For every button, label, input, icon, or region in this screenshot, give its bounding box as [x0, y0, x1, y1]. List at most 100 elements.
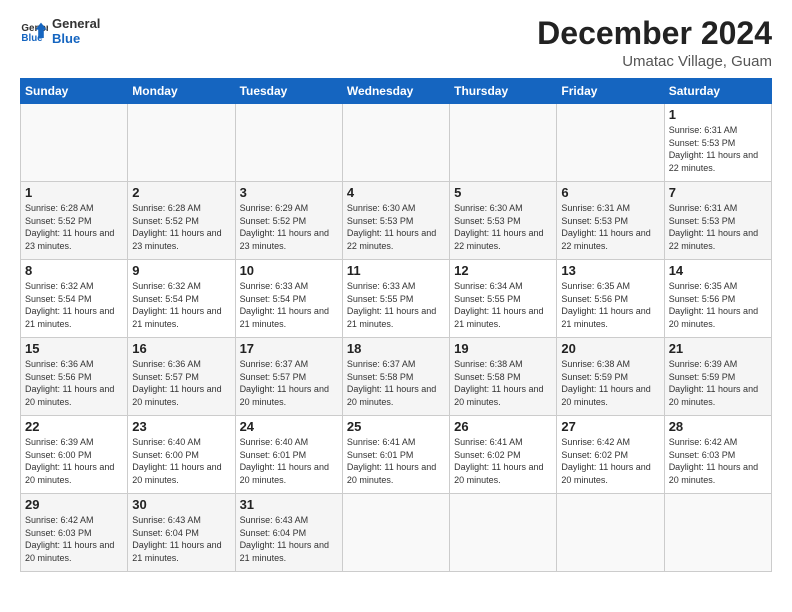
day-info: Sunrise: 6:41 AMSunset: 6:02 PMDaylight:…: [454, 436, 552, 486]
calendar-cell: 22 Sunrise: 6:39 AMSunset: 6:00 PMDayligh…: [21, 416, 128, 494]
calendar-cell: 16 Sunrise: 6:36 AMSunset: 5:57 PMDayligh…: [128, 338, 235, 416]
calendar-cell: 24 Sunrise: 6:40 AMSunset: 6:01 PMDayligh…: [235, 416, 342, 494]
week-row-0: 1Sunrise: 6:31 AMSunset: 5:53 PMDaylight…: [21, 104, 772, 182]
day-number: 24: [240, 419, 338, 434]
col-header-monday: Monday: [128, 79, 235, 104]
day-info: Sunrise: 6:31 AMSunset: 5:53 PMDaylight:…: [561, 202, 659, 252]
day-info: Sunrise: 6:32 AMSunset: 5:54 PMDaylight:…: [25, 280, 123, 330]
day-info: Sunrise: 6:30 AMSunset: 5:53 PMDaylight:…: [454, 202, 552, 252]
day-number: 30: [132, 497, 230, 512]
day-info: Sunrise: 6:33 AMSunset: 5:55 PMDaylight:…: [347, 280, 445, 330]
day-info: Sunrise: 6:34 AMSunset: 5:55 PMDaylight:…: [454, 280, 552, 330]
calendar-cell: [450, 494, 557, 572]
day-info: Sunrise: 6:36 AMSunset: 5:57 PMDaylight:…: [132, 358, 230, 408]
calendar-cell: 23Sunrise: 6:40 AMSunset: 6:00 PMDayligh…: [128, 416, 235, 494]
day-info: Sunrise: 6:28 AMSunset: 5:52 PMDaylight:…: [25, 202, 123, 252]
day-number: 7: [669, 185, 767, 200]
calendar-cell: 29Sunrise: 6:42 AMSunset: 6:03 PMDayligh…: [21, 494, 128, 572]
calendar-cell: 3 Sunrise: 6:29 AMSunset: 5:52 PMDaylight…: [235, 182, 342, 260]
day-number: 16: [132, 341, 230, 356]
day-info: Sunrise: 6:38 AMSunset: 5:59 PMDaylight:…: [561, 358, 659, 408]
day-info: Sunrise: 6:42 AMSunset: 6:03 PMDaylight:…: [669, 436, 767, 486]
day-number: 23: [132, 419, 230, 434]
day-info: Sunrise: 6:41 AMSunset: 6:01 PMDaylight:…: [347, 436, 445, 486]
day-info: Sunrise: 6:35 AMSunset: 5:56 PMDaylight:…: [669, 280, 767, 330]
day-number: 14: [669, 263, 767, 278]
day-number: 27: [561, 419, 659, 434]
calendar-cell: 30Sunrise: 6:43 AMSunset: 6:04 PMDayligh…: [128, 494, 235, 572]
calendar-cell: 31Sunrise: 6:43 AMSunset: 6:04 PMDayligh…: [235, 494, 342, 572]
col-header-wednesday: Wednesday: [342, 79, 449, 104]
month-title: December 2024: [537, 16, 772, 51]
day-info: Sunrise: 6:37 AMSunset: 5:57 PMDaylight:…: [240, 358, 338, 408]
col-header-thursday: Thursday: [450, 79, 557, 104]
calendar-cell: 4Sunrise: 6:30 AMSunset: 5:53 PMDaylight…: [342, 182, 449, 260]
calendar-cell: [21, 104, 128, 182]
calendar-cell: 13Sunrise: 6:35 AMSunset: 5:56 PMDayligh…: [557, 260, 664, 338]
day-number: 6: [561, 185, 659, 200]
calendar-cell: 28 Sunrise: 6:42 AMSunset: 6:03 PMDayligh…: [664, 416, 771, 494]
day-number: 3: [240, 185, 338, 200]
day-number: 29: [25, 497, 123, 512]
calendar-cell: 6 Sunrise: 6:31 AMSunset: 5:53 PMDaylight…: [557, 182, 664, 260]
col-header-friday: Friday: [557, 79, 664, 104]
day-number: 2: [132, 185, 230, 200]
calendar-cell: 26Sunrise: 6:41 AMSunset: 6:02 PMDayligh…: [450, 416, 557, 494]
day-info: Sunrise: 6:40 AMSunset: 6:01 PMDaylight:…: [240, 436, 338, 486]
day-info: Sunrise: 6:38 AMSunset: 5:58 PMDaylight:…: [454, 358, 552, 408]
day-info: Sunrise: 6:42 AMSunset: 6:02 PMDaylight:…: [561, 436, 659, 486]
day-number: 9: [132, 263, 230, 278]
calendar-cell: 10Sunrise: 6:33 AMSunset: 5:54 PMDayligh…: [235, 260, 342, 338]
day-number: 1: [669, 107, 767, 122]
day-info: Sunrise: 6:36 AMSunset: 5:56 PMDaylight:…: [25, 358, 123, 408]
day-info: Sunrise: 6:35 AMSunset: 5:56 PMDaylight:…: [561, 280, 659, 330]
week-row-1: 1 Sunrise: 6:28 AMSunset: 5:52 PMDaylight…: [21, 182, 772, 260]
day-info: Sunrise: 6:32 AMSunset: 5:54 PMDaylight:…: [132, 280, 230, 330]
page: General Blue General Blue December 2024 …: [0, 0, 792, 612]
day-number: 15: [25, 341, 123, 356]
calendar-table: SundayMondayTuesdayWednesdayThursdayFrid…: [20, 78, 772, 572]
calendar-cell: 14 Sunrise: 6:35 AMSunset: 5:56 PMDayligh…: [664, 260, 771, 338]
day-info: Sunrise: 6:28 AMSunset: 5:52 PMDaylight:…: [132, 202, 230, 252]
calendar-cell: 17 Sunrise: 6:37 AMSunset: 5:57 PMDayligh…: [235, 338, 342, 416]
day-number: 31: [240, 497, 338, 512]
calendar-cell: 8 Sunrise: 6:32 AMSunset: 5:54 PMDaylight…: [21, 260, 128, 338]
day-number: 20: [561, 341, 659, 356]
day-info: Sunrise: 6:31 AMSunset: 5:53 PMDaylight:…: [669, 202, 767, 252]
calendar-cell: 25 Sunrise: 6:41 AMSunset: 6:01 PMDayligh…: [342, 416, 449, 494]
calendar-cell: [557, 494, 664, 572]
day-info: Sunrise: 6:33 AMSunset: 5:54 PMDaylight:…: [240, 280, 338, 330]
day-number: 4: [347, 185, 445, 200]
week-row-4: 22 Sunrise: 6:39 AMSunset: 6:00 PMDayligh…: [21, 416, 772, 494]
week-row-2: 8 Sunrise: 6:32 AMSunset: 5:54 PMDaylight…: [21, 260, 772, 338]
calendar-cell: 9 Sunrise: 6:32 AMSunset: 5:54 PMDaylight…: [128, 260, 235, 338]
location: Umatac Village, Guam: [537, 53, 772, 70]
day-number: 17: [240, 341, 338, 356]
day-number: 18: [347, 341, 445, 356]
day-info: Sunrise: 6:37 AMSunset: 5:58 PMDaylight:…: [347, 358, 445, 408]
day-number: 8: [25, 263, 123, 278]
calendar-cell: [342, 494, 449, 572]
calendar-cell: [235, 104, 342, 182]
col-header-tuesday: Tuesday: [235, 79, 342, 104]
day-number: 1: [25, 185, 123, 200]
calendar-cell: 1Sunrise: 6:31 AMSunset: 5:53 PMDaylight…: [664, 104, 771, 182]
day-number: 22: [25, 419, 123, 434]
calendar-cell: 27 Sunrise: 6:42 AMSunset: 6:02 PMDayligh…: [557, 416, 664, 494]
calendar-cell: [342, 104, 449, 182]
day-number: 25: [347, 419, 445, 434]
calendar-cell: 12Sunrise: 6:34 AMSunset: 5:55 PMDayligh…: [450, 260, 557, 338]
calendar-cell: [128, 104, 235, 182]
calendar-cell: 19Sunrise: 6:38 AMSunset: 5:58 PMDayligh…: [450, 338, 557, 416]
calendar-body: 1 Sunrise: 6:31 AMSunset: 5:53 PMDaylight…: [21, 104, 772, 572]
logo-line1: General: [52, 16, 100, 31]
calendar-cell: [557, 104, 664, 182]
week-row-5: 29Sunrise: 6:42 AMSunset: 6:03 PMDayligh…: [21, 494, 772, 572]
day-info: Sunrise: 6:39 AMSunset: 6:00 PMDaylight:…: [25, 436, 123, 486]
day-info: Sunrise: 6:29 AMSunset: 5:52 PMDaylight:…: [240, 202, 338, 252]
day-number: 5: [454, 185, 552, 200]
day-info: Sunrise: 6:39 AMSunset: 5:59 PMDaylight:…: [669, 358, 767, 408]
calendar-cell: 2 Sunrise: 6:28 AMSunset: 5:52 PMDaylight…: [128, 182, 235, 260]
day-number: 28: [669, 419, 767, 434]
col-header-sunday: Sunday: [21, 79, 128, 104]
